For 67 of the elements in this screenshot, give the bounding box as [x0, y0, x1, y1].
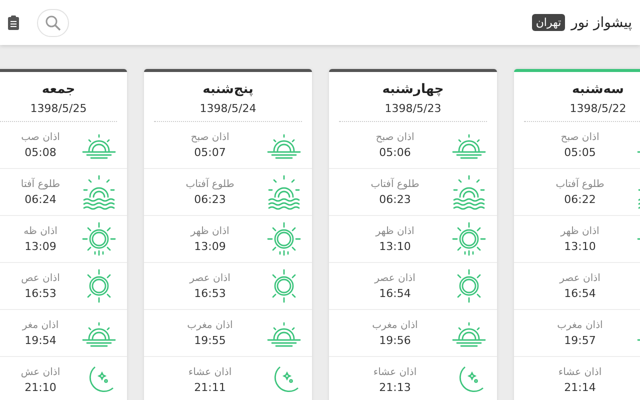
prayer-time: 19:57	[564, 334, 596, 346]
prayer-label: اذان عشاء	[188, 366, 232, 378]
day-name: جمعه	[40, 82, 76, 97]
prayer-time: 19:56	[379, 334, 411, 346]
prayer-label: اذان ظهر	[190, 226, 230, 236]
day-date: 1398/5/23	[384, 102, 442, 115]
prayer-label: اذان عصر	[560, 272, 600, 284]
prayer-label: اذان عش	[20, 366, 60, 378]
prayer-label: اذان صب	[21, 132, 60, 142]
prayer-label: اذان ظهر	[560, 226, 600, 236]
prayer-label: اذان مغرب	[187, 320, 233, 330]
prayer-time: 06:23	[194, 192, 226, 206]
prayer-time: 21:14	[564, 380, 596, 394]
prayer-label: اذان مغرب	[372, 320, 418, 330]
prayer-time: 16:53	[194, 286, 226, 300]
prayer-label: اذان صبح	[376, 132, 414, 142]
prayer-time: 05:08	[24, 146, 56, 158]
prayer-time: 21:10	[24, 380, 56, 394]
prayer-time: 13:10	[379, 240, 411, 252]
prayer-time: 16:54	[379, 286, 411, 300]
day-name: پنج‌شنبه	[202, 82, 254, 97]
prayer-time: 05:07	[194, 146, 226, 158]
prayer-time: 13:10	[564, 240, 596, 252]
day-name: چهارشنبه	[381, 82, 445, 97]
clipboard-icon[interactable]	[8, 15, 19, 30]
sun-waves-icon	[451, 174, 487, 210]
prayer-label: اذان مغرب	[557, 320, 603, 330]
prayer-time: 05:06	[379, 146, 411, 158]
prayer-time: 16:54	[564, 286, 596, 300]
prayer-time: 19:54	[24, 334, 56, 346]
prayer-time: 16:53	[24, 286, 56, 300]
prayer-label: اذان عص	[21, 272, 60, 284]
prayer-time: 06:24	[24, 192, 56, 206]
sun-waves-icon	[266, 174, 302, 210]
prayer-time: 05:05	[564, 146, 596, 158]
sun-icon	[81, 221, 117, 257]
prayer-label: اذان ظهر	[376, 226, 414, 236]
day-date: 1398/5/25	[29, 102, 88, 115]
prayer-label: اذان ظه	[24, 226, 58, 236]
city-badge[interactable]: تهران	[532, 14, 566, 31]
sun-waves-icon	[81, 174, 117, 210]
prayer-time: 13:09	[24, 240, 56, 252]
prayer-label: طلوع آفتاب	[186, 178, 234, 190]
prayer-label: اذان عصر	[374, 272, 416, 284]
prayer-label: طلوع آفتاب	[556, 178, 604, 190]
prayer-label: اذان صبح	[560, 132, 600, 142]
search-button[interactable]	[37, 8, 69, 36]
prayer-time: 13:09	[194, 240, 226, 252]
prayer-label: اذان مغر	[22, 320, 59, 330]
prayer-label: طلوع آفتا	[20, 178, 60, 190]
search-icon	[45, 14, 61, 30]
prayer-time: 06:22	[564, 192, 596, 206]
sun-icon	[451, 221, 487, 257]
sun-icon	[266, 221, 302, 257]
prayer-label: اذان عصر	[190, 272, 230, 284]
prayer-time: 21:13	[379, 380, 411, 394]
prayer-label: اذان صبح	[190, 132, 230, 142]
prayer-label: اذان عشاء	[373, 366, 417, 378]
prayer-time: 19:55	[194, 334, 226, 346]
prayer-label: اذان عشاء	[558, 366, 602, 378]
day-date: 1398/5/22	[568, 102, 628, 115]
day-date: 1398/5/24	[198, 102, 258, 115]
prayer-label: طلوع آفتاب	[370, 178, 420, 190]
prayer-time: 21:11	[194, 380, 226, 394]
app-title: پیشواز نور	[571, 14, 632, 30]
prayer-time: 06:23	[379, 192, 411, 206]
day-name: سه‌شنبه	[571, 82, 625, 97]
